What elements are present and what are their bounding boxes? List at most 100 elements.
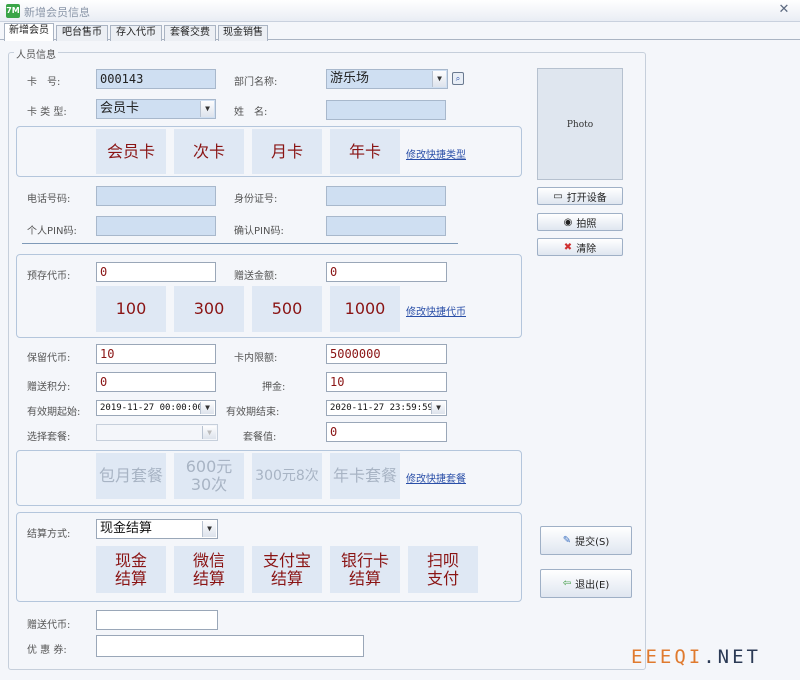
submit-button[interactable]: ✎ 提交(S) — [540, 526, 632, 555]
dept-value: 游乐场 — [330, 71, 370, 86]
valid-from-value: 2019-11-27 00:00:00 — [100, 403, 203, 413]
valid-from-picker[interactable]: 2019-11-27 00:00:00 ▼ — [96, 400, 216, 416]
points-field[interactable]: 0 — [96, 372, 216, 392]
chevron-down-icon[interactable]: ▼ — [202, 426, 216, 439]
close-icon: ✖ — [563, 241, 573, 253]
pin-field[interactable] — [96, 216, 216, 236]
package-amount-label: 套餐值: — [243, 432, 277, 443]
chevron-down-icon[interactable]: ▼ — [200, 402, 214, 414]
payment-tile-wechat[interactable]: 微信结算 — [174, 546, 244, 593]
payment-tile-alipay[interactable]: 支付宝结算 — [252, 546, 322, 593]
edit-tokens-link[interactable]: 修改快捷代币 — [406, 303, 466, 318]
package-tile[interactable]: 600元30次 — [174, 453, 244, 499]
token-tile[interactable]: 100 — [96, 286, 166, 332]
separator — [22, 243, 458, 244]
token-tile[interactable]: 500 — [252, 286, 322, 332]
card-type-tile[interactable]: 会员卡 — [96, 129, 166, 174]
edit-packages-link[interactable]: 修改快捷套餐 — [406, 470, 466, 485]
card-no-label: 卡 号: — [27, 77, 61, 88]
submit-label: 提交(S) — [575, 537, 610, 548]
search-icon[interactable]: ⌕ — [452, 72, 464, 85]
name-label: 姓 名: — [234, 107, 268, 118]
watermark-logo: EEEQI.NET — [631, 646, 761, 668]
open-device-button[interactable]: ▭ 打开设备 — [537, 187, 623, 205]
tab-cash-sale[interactable]: 现金销售 — [218, 25, 268, 41]
chevron-down-icon[interactable]: ▼ — [431, 402, 445, 414]
clear-photo-button[interactable]: ✖ 清除 — [537, 238, 623, 256]
chevron-down-icon[interactable]: ▼ — [200, 101, 214, 117]
coupon-field[interactable] — [96, 635, 364, 657]
package-select[interactable]: ▼ — [96, 424, 218, 441]
valid-from-label: 有效期起始: — [27, 407, 81, 418]
id-field[interactable] — [326, 186, 446, 206]
title-bar: 7M 新增会员信息 ✕ — [0, 0, 800, 22]
limit-label: 卡内限额: — [234, 353, 278, 364]
prestore-label: 预存代币: — [27, 271, 71, 282]
chevron-down-icon[interactable]: ▼ — [432, 71, 446, 87]
tab-bar-sale[interactable]: 吧台售币 — [56, 25, 108, 41]
limit-field[interactable]: 5000000 — [326, 344, 447, 364]
reserve-field[interactable]: 10 — [96, 344, 216, 364]
pin-confirm-label: 确认PIN码: — [234, 226, 284, 237]
window-title: 新增会员信息 — [24, 6, 90, 19]
gift-amount-field[interactable]: 0 — [326, 262, 447, 282]
camera-device-icon: ▭ — [553, 190, 563, 202]
clear-photo-label: 清除 — [576, 243, 597, 255]
reserve-label: 保留代币: — [27, 353, 71, 364]
package-label: 选择套餐: — [27, 432, 71, 443]
payment-tile-bankcard[interactable]: 银行卡结算 — [330, 546, 400, 593]
deposit-label: 押金: — [262, 382, 286, 393]
watermark-part1: EEEQI — [631, 646, 704, 668]
edit-icon: ✎ — [562, 535, 572, 546]
payment-method-label: 结算方式: — [27, 529, 71, 540]
package-amount-field[interactable]: 0 — [326, 422, 447, 442]
gift-tokens-label: 赠送代币: — [27, 620, 71, 631]
package-tile[interactable]: 包月套餐 — [96, 453, 166, 499]
valid-to-picker[interactable]: 2020-11-27 23:59:59 ▼ — [326, 400, 447, 416]
dept-select[interactable]: 游乐场 ▼ — [326, 69, 448, 89]
tab-new-member[interactable]: 新增会员 — [4, 23, 54, 41]
pin-confirm-field[interactable] — [326, 216, 446, 236]
dept-label: 部门名称: — [234, 77, 278, 88]
card-type-tile[interactable]: 月卡 — [252, 129, 322, 174]
package-tile[interactable]: 年卡套餐 — [330, 453, 400, 499]
gift-amount-label: 赠送金额: — [234, 271, 278, 282]
exit-label: 退出(E) — [575, 580, 610, 591]
card-type-tile[interactable]: 年卡 — [330, 129, 400, 174]
prestore-field[interactable]: 0 — [96, 262, 216, 282]
payment-method-select[interactable]: 现金结算 ▼ — [96, 519, 218, 539]
card-no-field[interactable]: 000143 — [96, 69, 216, 89]
valid-to-value: 2020-11-27 23:59:59 — [330, 403, 433, 413]
watermark-part2: .NET — [703, 646, 761, 668]
chevron-down-icon[interactable]: ▼ — [202, 521, 216, 537]
payment-tile-cash[interactable]: 现金结算 — [96, 546, 166, 593]
card-type-value: 会员卡 — [100, 101, 140, 116]
id-label: 身份证号: — [234, 194, 278, 205]
name-field[interactable] — [326, 100, 446, 120]
webcam-icon: ◉ — [563, 216, 573, 228]
package-tile[interactable]: 300元8次 — [252, 453, 322, 499]
photo-preview: Photo — [537, 68, 623, 180]
deposit-field[interactable]: 10 — [326, 372, 447, 392]
payment-method-value: 现金结算 — [100, 521, 153, 536]
tab-deposit-tokens[interactable]: 存入代币 — [110, 25, 162, 41]
exit-button[interactable]: ⇦ 退出(E) — [540, 569, 632, 598]
group-label: 人员信息 — [14, 46, 58, 61]
card-type-select[interactable]: 会员卡 ▼ — [96, 99, 216, 119]
points-label: 赠送积分: — [27, 382, 71, 393]
token-tile[interactable]: 1000 — [330, 286, 400, 332]
app-icon: 7M — [6, 4, 20, 18]
valid-to-label: 有效期结束: — [226, 407, 280, 418]
card-type-label: 卡 类 型: — [27, 107, 67, 118]
pin-label: 个人PIN码: — [27, 226, 77, 237]
card-type-tile[interactable]: 次卡 — [174, 129, 244, 174]
token-tile[interactable]: 300 — [174, 286, 244, 332]
gift-tokens-field[interactable] — [96, 610, 218, 630]
phone-field[interactable] — [96, 186, 216, 206]
take-photo-button[interactable]: ◉ 拍照 — [537, 213, 623, 231]
close-icon[interactable]: ✕ — [776, 2, 792, 18]
phone-label: 电话号码: — [27, 194, 71, 205]
tab-package-payment[interactable]: 套餐交费 — [164, 25, 216, 41]
edit-card-types-link[interactable]: 修改快捷类型 — [406, 146, 466, 161]
payment-tile-saobei[interactable]: 扫呗支付 — [408, 546, 478, 593]
